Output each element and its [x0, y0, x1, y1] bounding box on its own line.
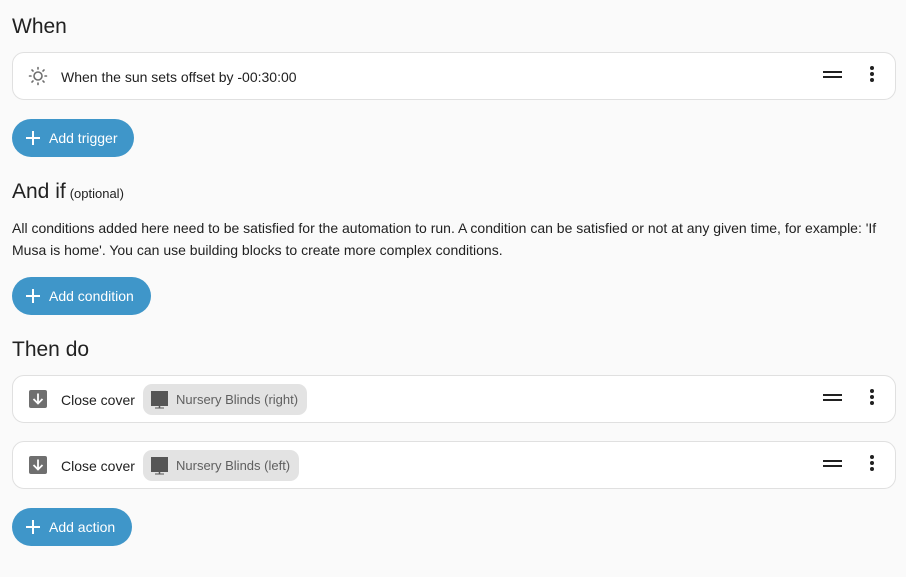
- drag-handle-icon[interactable]: [823, 71, 842, 83]
- entity-chip-label: Nursery Blinds (left): [176, 458, 291, 473]
- conditions-description: All conditions added here need to be sat…: [12, 220, 877, 258]
- when-section-title: When: [12, 15, 67, 38]
- more-options-icon[interactable]: [862, 64, 882, 90]
- add-trigger-button[interactable]: Add trigger: [12, 119, 135, 157]
- action-label: Close cover: [61, 458, 135, 474]
- optional-label: (optional): [69, 186, 124, 201]
- entity-chip[interactable]: Nursery Blinds (right): [143, 384, 308, 415]
- arrow-down-box-icon: [29, 456, 47, 474]
- trigger-label: When the sun sets offset by -00:30:00: [61, 69, 297, 85]
- add-condition-label: Add condition: [49, 288, 134, 304]
- add-action-label: Add action: [49, 519, 116, 535]
- add-action-button[interactable]: Add action: [12, 508, 133, 546]
- drag-handle-icon[interactable]: [823, 460, 842, 472]
- plus-icon: [26, 289, 40, 303]
- add-trigger-label: Add trigger: [49, 130, 118, 146]
- arrow-down-box-icon: [29, 390, 47, 408]
- entity-chip-label: Nursery Blinds (right): [176, 392, 299, 407]
- plus-icon: [26, 520, 40, 534]
- trigger-row-sun[interactable]: When the sun sets offset by -00:30:00: [12, 52, 896, 100]
- drag-handle-icon[interactable]: [823, 394, 842, 406]
- plus-icon: [26, 131, 40, 145]
- more-options-icon[interactable]: [862, 453, 882, 479]
- sun-icon: [28, 66, 48, 86]
- action-row[interactable]: Close cover Nursery Blinds (left): [12, 441, 896, 489]
- more-options-icon[interactable]: [862, 387, 882, 413]
- entity-chip[interactable]: Nursery Blinds (left): [143, 450, 300, 481]
- conditions-title-text: And if: [12, 180, 66, 203]
- action-row[interactable]: Close cover Nursery Blinds (right): [12, 375, 896, 423]
- add-condition-button[interactable]: Add condition: [12, 277, 151, 315]
- action-label: Close cover: [61, 392, 135, 408]
- blinds-icon: [151, 391, 168, 409]
- conditions-section-title: And if (optional): [12, 181, 124, 202]
- blinds-icon: [151, 457, 168, 475]
- actions-section-title: Then do: [12, 338, 90, 361]
